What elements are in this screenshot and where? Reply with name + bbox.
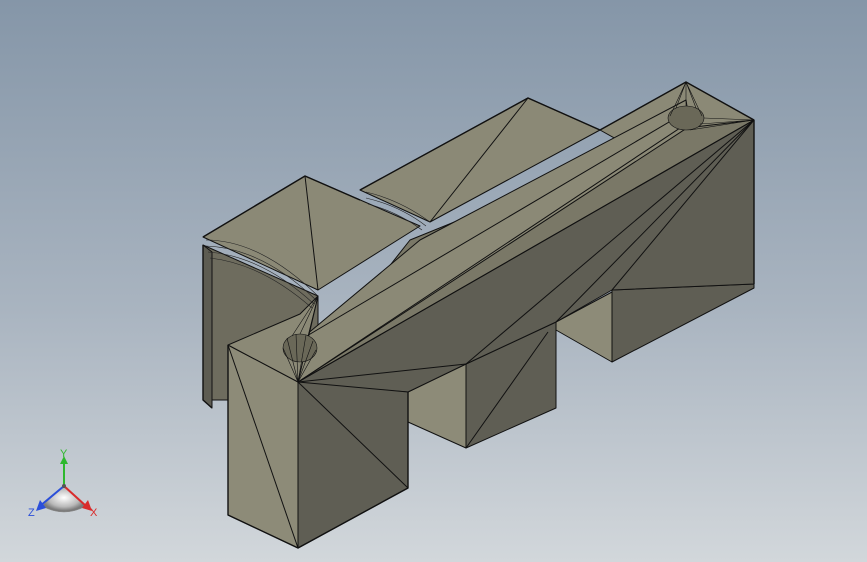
- triad-origin-dot: [62, 484, 66, 488]
- front-block-right-face: [297, 381, 409, 549]
- leg-right-side-face: [611, 283, 755, 363]
- y-axis-label: Y: [60, 448, 68, 460]
- graphics-viewport[interactable]: Y X Z: [0, 0, 867, 562]
- x-axis-label: X: [90, 507, 98, 519]
- z-axis-label: Z: [28, 507, 35, 519]
- rear-left-block-left-face: [202, 244, 213, 409]
- view-orientation-triad[interactable]: Y X Z: [26, 448, 102, 524]
- 3d-part-model[interactable]: [0, 0, 867, 562]
